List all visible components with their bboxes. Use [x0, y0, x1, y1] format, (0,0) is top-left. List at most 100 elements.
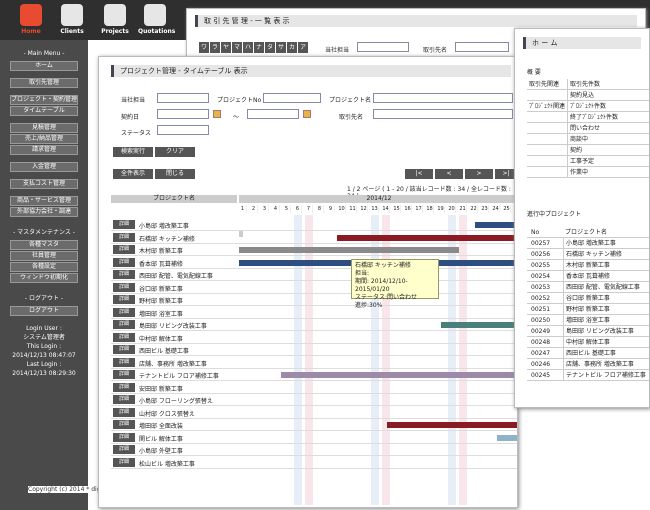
project-link[interactable]: 西田ビル 基礎工事 [563, 348, 616, 359]
detail-button[interactable]: 詳細 [113, 395, 135, 404]
kana-button[interactable]: ヤ [221, 42, 231, 53]
menu-partners[interactable]: 外部協力会社・調達 [10, 207, 78, 217]
summary-item[interactable]: 作業中 [567, 167, 588, 178]
project-link[interactable]: 店舗、事務所 増改築工事 [563, 359, 634, 370]
schedule-bar[interactable] [337, 234, 517, 241]
kana-button[interactable]: ワ [199, 42, 209, 53]
project-name-input[interactable] [373, 93, 513, 103]
menu-projects[interactable]: プロジェクト・契約管理 [10, 95, 78, 105]
first-page-button[interactable]: |< [405, 169, 433, 179]
summary-item[interactable]: 契約 [567, 145, 582, 156]
project-row[interactable]: 00254 香本邸 瓦葺補修 [527, 271, 649, 282]
project-row[interactable]: 00256 石橋邸 キッチン補修 [527, 249, 649, 260]
schedule-bar[interactable] [281, 372, 517, 378]
menu-staff[interactable]: 社員管理 [10, 251, 78, 261]
project-link[interactable]: 野村邸 新築工事 [563, 304, 610, 315]
project-row[interactable]: 00250 増田邸 浴室工事 [527, 315, 649, 326]
summary-item[interactable]: 問い合わせ [567, 123, 600, 134]
project-link[interactable]: 石橋邸 キッチン補修 [563, 249, 622, 260]
menu-products[interactable]: 商品・サービス管理 [10, 196, 78, 206]
menu-sales[interactable]: 売上/納品管理 [10, 134, 78, 144]
staff-select[interactable] [157, 93, 209, 103]
show-all-button[interactable]: 全件表示 [113, 169, 153, 179]
project-row[interactable]: 00252 谷口邸 新築工事 [527, 293, 649, 304]
detail-button[interactable]: 詳細 [113, 357, 135, 367]
client-input[interactable] [373, 109, 513, 119]
project-row[interactable]: 00255 木村邸 新築工事 [527, 260, 649, 271]
kana-button[interactable]: サ [276, 42, 286, 53]
calendar-icon[interactable] [303, 110, 311, 118]
menu-quotations[interactable]: 見積管理 [10, 123, 78, 133]
client-name-input[interactable] [455, 42, 509, 52]
project-link[interactable]: 香本邸 瓦葺補修 [563, 271, 610, 282]
status-select[interactable] [157, 125, 209, 135]
project-link[interactable]: 西田邸 配管、電気配線工事 [563, 282, 640, 293]
search-button[interactable]: 検索実行 [113, 147, 153, 157]
project-link[interactable]: 増田邸 浴室工事 [563, 315, 610, 326]
close-button[interactable]: 閉じる [155, 169, 195, 179]
detail-button[interactable]: 詳細 [113, 220, 135, 229]
detail-button[interactable]: 詳細 [113, 370, 135, 379]
detail-button[interactable]: 詳細 [113, 457, 135, 467]
summary-item[interactable]: 工事予定 [567, 156, 594, 167]
project-row[interactable]: 00248 中村邸 解体工事 [527, 337, 649, 348]
detail-button[interactable]: 詳細 [113, 445, 135, 454]
project-link[interactable]: 島田邸 リビング改装工事 [563, 326, 634, 337]
kana-button[interactable]: タ [265, 42, 275, 53]
kana-button[interactable]: ハ [243, 42, 253, 53]
project-link[interactable]: 中村邸 解体工事 [563, 337, 610, 348]
nav-quotations[interactable]: Quotations [138, 0, 175, 40]
project-link[interactable]: 木村邸 新築工事 [563, 260, 610, 271]
schedule-bar[interactable] [387, 422, 517, 428]
project-row[interactable]: 00251 野村邸 新築工事 [527, 304, 649, 315]
menu-timetable[interactable]: タイムテーブル [10, 106, 78, 116]
next-page-button[interactable]: > [465, 169, 493, 179]
summary-item[interactable]: 契約見込 [567, 90, 594, 101]
detail-button[interactable]: 詳細 [113, 345, 135, 354]
summary-item[interactable]: 終了ﾌﾟﾛｼﾞｪｸﾄ件数 [567, 112, 618, 123]
menu-billing[interactable]: 請求管理 [10, 145, 78, 155]
project-row[interactable]: 00249 島田邸 リビング改装工事 [527, 326, 649, 337]
kana-button[interactable]: マ [232, 42, 242, 53]
menu-home[interactable]: ホーム [10, 61, 78, 71]
kana-button[interactable]: ラ [210, 42, 220, 53]
summary-item[interactable]: 取引先件数 [567, 79, 600, 90]
detail-button[interactable]: 詳細 [113, 407, 135, 417]
project-row[interactable]: 00253 西田邸 配管、電気配線工事 [527, 282, 649, 293]
detail-button[interactable]: 詳細 [113, 295, 135, 304]
menu-costs[interactable]: 支払コスト管理 [10, 179, 78, 189]
project-row[interactable]: 00245 テナントビル フロア補修工事 [527, 370, 649, 381]
schedule-bar[interactable] [239, 247, 459, 253]
menu-masters[interactable]: 各種マスタ [10, 240, 78, 250]
detail-button[interactable]: 詳細 [113, 257, 135, 267]
menu-settings[interactable]: 各種設定 [10, 262, 78, 272]
kana-button[interactable]: ア [298, 42, 308, 53]
project-row[interactable]: 00247 西田ビル 基礎工事 [527, 348, 649, 359]
contract-date-from[interactable] [157, 109, 209, 119]
detail-button[interactable]: 詳細 [113, 307, 135, 317]
project-link[interactable]: テナントビル フロア補修工事 [563, 370, 646, 381]
clear-button[interactable]: クリア [155, 147, 195, 157]
client-staff-select[interactable] [357, 42, 409, 52]
kana-button[interactable]: カ [287, 42, 297, 53]
nav-projects[interactable]: Projects [98, 0, 132, 40]
project-no-input[interactable] [263, 93, 321, 103]
detail-button[interactable]: 詳細 [113, 420, 135, 429]
project-row[interactable]: 00246 店舗、事務所 増改築工事 [527, 359, 649, 370]
project-row[interactable]: 00257 小島邸 増改築工事 [527, 238, 649, 249]
summary-item[interactable]: 商談中 [567, 134, 588, 145]
detail-button[interactable]: 詳細 [113, 382, 135, 392]
contract-date-to[interactable] [247, 109, 299, 119]
menu-window-reset[interactable]: ウィンドウ初期化 [10, 273, 78, 283]
project-link[interactable]: 小島邸 増改築工事 [563, 238, 616, 249]
nav-home[interactable]: Home [14, 0, 48, 40]
detail-button[interactable]: 詳細 [113, 282, 135, 292]
detail-button[interactable]: 詳細 [113, 245, 135, 254]
kana-button[interactable]: ナ [254, 42, 264, 53]
project-link[interactable]: 谷口邸 新築工事 [563, 293, 610, 304]
detail-button[interactable]: 詳細 [113, 232, 135, 242]
schedule-bar[interactable] [441, 322, 517, 328]
summary-item[interactable]: ﾌﾟﾛｼﾞｪｸﾄ件数 [567, 101, 606, 112]
prev-page-button[interactable]: < [435, 169, 463, 179]
detail-button[interactable]: 詳細 [113, 270, 135, 279]
